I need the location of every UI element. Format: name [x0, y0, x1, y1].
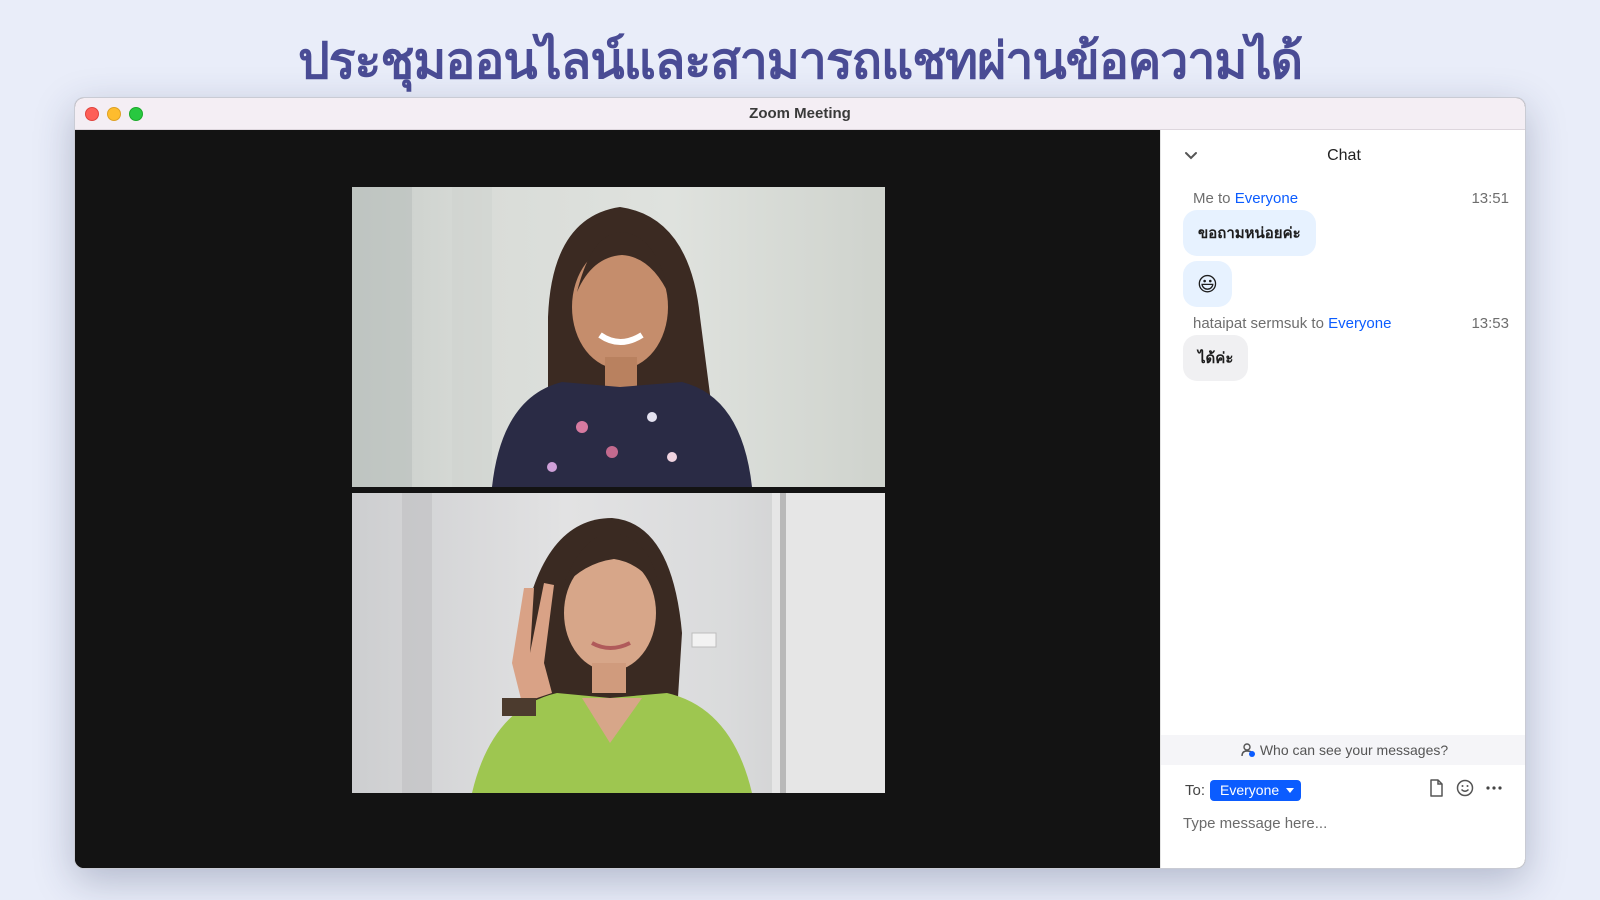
participant-2-image — [402, 493, 885, 793]
caret-down-icon — [1286, 788, 1295, 793]
message-time: 13:51 — [1471, 190, 1509, 207]
participant-video-1[interactable] — [352, 187, 885, 487]
message-meta: Me to Everyone 13:51 — [1193, 190, 1509, 210]
recipient-dropdown-label: Everyone — [1220, 782, 1280, 798]
message-connector: to — [1307, 315, 1329, 332]
zoom-window: Zoom Meeting Chat Me to Everyone 13:51 ข… — [74, 97, 1526, 869]
message-bubble[interactable]: ได้ค่ะ — [1183, 335, 1249, 381]
message-recipient[interactable]: Everyone — [1328, 315, 1391, 332]
message-sender: hataipat sermsuk — [1193, 315, 1308, 332]
chat-panel: Chat Me to Everyone 13:51 ขอถามหน่อยค่ะ … — [1160, 130, 1525, 868]
message-connector: to — [1213, 190, 1235, 207]
file-icon[interactable] — [1425, 777, 1447, 799]
message-bubble-emoji[interactable]: 😃 — [1183, 261, 1232, 307]
compose-area: To: Everyone — [1161, 765, 1525, 868]
title-bar: Zoom Meeting — [75, 98, 1525, 130]
more-icon[interactable] — [1483, 777, 1505, 799]
recipient-dropdown[interactable]: Everyone — [1210, 780, 1302, 801]
message-input[interactable] — [1183, 809, 1503, 837]
message-recipient[interactable]: Everyone — [1235, 190, 1298, 207]
person-icon — [1241, 743, 1255, 757]
participant-video-2[interactable] — [352, 493, 885, 793]
chat-header: Chat — [1161, 130, 1525, 182]
message-meta: hataipat sermsuk to Everyone 13:53 — [1193, 315, 1509, 335]
video-gallery — [75, 130, 1160, 868]
page-headline: ประชุมออนไลน์และสามารถแชทผ่านข้อความได้ — [297, 32, 1303, 90]
privacy-text: Who can see your messages? — [1259, 742, 1449, 758]
participant-1-image — [352, 187, 752, 487]
chat-title: Chat — [1327, 147, 1361, 164]
to-label: To: — [1185, 782, 1206, 799]
message-time: 13:53 — [1471, 315, 1509, 332]
message-sender: Me — [1193, 190, 1214, 207]
smiley-icon[interactable] — [1454, 777, 1476, 799]
privacy-info-bar[interactable]: Who can see your messages? — [1161, 735, 1525, 765]
window-title: Zoom Meeting — [749, 105, 851, 122]
message-bubble[interactable]: ขอถามหน่อยค่ะ — [1183, 210, 1316, 256]
